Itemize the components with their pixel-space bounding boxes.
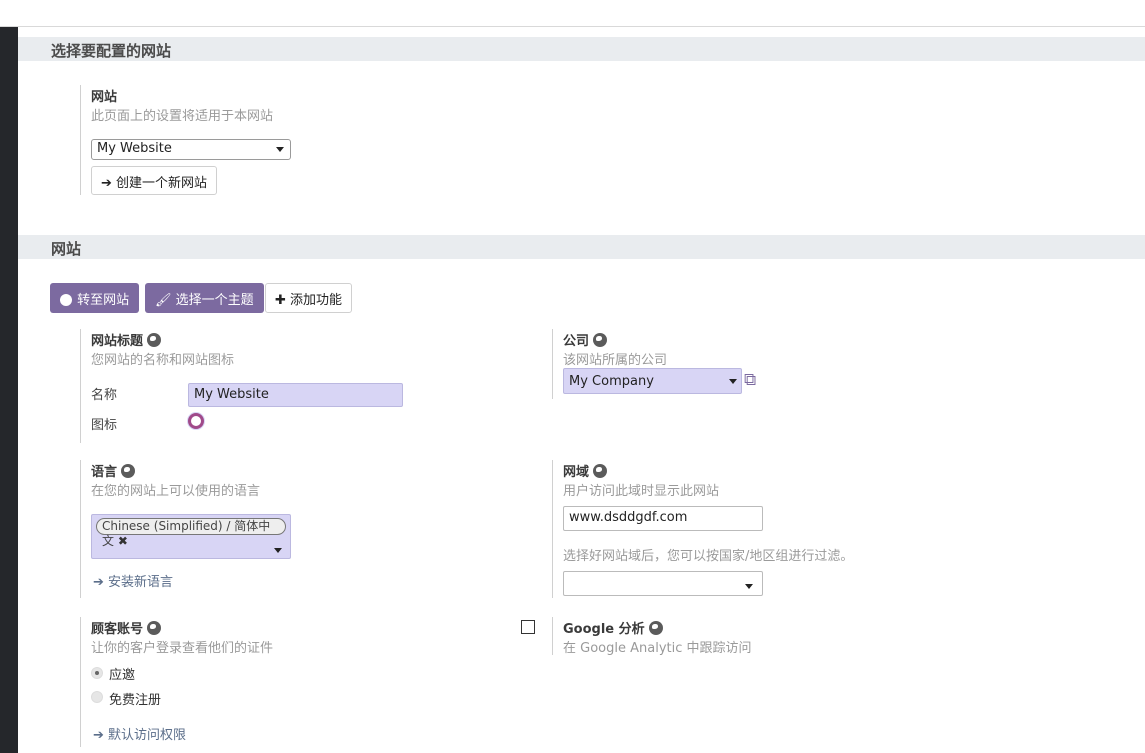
create-website-button[interactable]: ➔ 创建一个新网站 xyxy=(91,166,218,195)
language-label: 语言 xyxy=(91,461,136,480)
chevron-down-icon xyxy=(745,584,753,589)
divider xyxy=(552,329,553,399)
google-analytics-checkbox[interactable] xyxy=(521,620,535,634)
divider xyxy=(552,617,553,655)
globe-icon xyxy=(147,621,162,635)
google-analytics-label: Google 分析 xyxy=(563,618,663,637)
website-label: 网站 xyxy=(91,90,118,105)
divider xyxy=(80,85,81,195)
chevron-down-icon xyxy=(274,548,282,553)
add-feature-label: 添加功能 xyxy=(290,293,343,308)
customer-account-description: 让你的客户登录查看他们的证件 xyxy=(91,641,274,656)
paintbrush-icon: 🖌 xyxy=(155,293,172,308)
default-access-label: 默认访问权限 xyxy=(108,728,187,743)
install-language-label: 安装新语言 xyxy=(108,575,174,590)
domain-filter-description: 选择好网站域后，您可以按国家/地区组进行过滤。 xyxy=(563,549,854,564)
add-feature-button[interactable]: ✚ 添加功能 xyxy=(265,283,353,313)
divider xyxy=(80,460,81,598)
divider xyxy=(80,329,81,443)
globe-icon xyxy=(593,464,608,478)
chevron-down-icon xyxy=(276,147,284,152)
company-select-value: My Company xyxy=(569,374,654,389)
favicon-icon[interactable] xyxy=(188,413,204,429)
create-website-label: 创建一个新网站 xyxy=(116,176,208,191)
top-bar xyxy=(0,0,1145,27)
domain-input[interactable]: www.dsddgdf.com xyxy=(563,506,763,531)
globe-icon xyxy=(593,333,608,347)
default-access-link[interactable]: ➔ 默认访问权限 xyxy=(93,724,186,743)
google-analytics-description: 在 Google Analytic 中跟踪访问 xyxy=(563,641,752,656)
language-multiselect[interactable]: Chinese (Simplified) / 简体中文 ✖ xyxy=(91,514,291,559)
globe-icon xyxy=(121,464,136,478)
remove-tag-icon[interactable]: ✖ xyxy=(118,534,128,548)
section-header-select-website: 选择要配置的网站 xyxy=(18,37,1145,61)
website-select[interactable]: My Website xyxy=(91,139,291,160)
radio-free-signup[interactable] xyxy=(91,691,103,703)
install-language-link[interactable]: ➔ 安装新语言 xyxy=(93,571,173,590)
language-description: 在您的网站上可以使用的语言 xyxy=(91,484,261,499)
choose-theme-label: 选择一个主题 xyxy=(175,293,254,308)
section-title: 选择要配置的网站 xyxy=(51,42,172,60)
name-label: 名称 xyxy=(91,388,118,403)
globe-icon xyxy=(60,294,72,306)
section-header-website: 网站 xyxy=(18,235,1145,259)
section-title: 网站 xyxy=(51,240,82,258)
icon-label: 图标 xyxy=(91,418,118,433)
customer-account-text: 顾客账号 xyxy=(91,622,144,637)
domain-label: 网域 xyxy=(563,461,608,480)
company-label: 公司 xyxy=(563,330,608,349)
left-sidebar xyxy=(0,27,18,753)
arrow-right-icon: ➔ xyxy=(93,575,104,590)
website-description: 此页面上的设置将适用于本网站 xyxy=(91,109,274,124)
choose-theme-button[interactable]: 🖌 选择一个主题 xyxy=(145,283,264,313)
radio-invite-label: 应邀 xyxy=(109,668,136,683)
domain-text: 网域 xyxy=(563,465,590,480)
goto-website-button[interactable]: 转至网站 xyxy=(50,283,140,313)
site-name-input[interactable]: My Website xyxy=(188,383,403,407)
external-link-icon[interactable]: ⧉ xyxy=(744,370,756,390)
company-description: 该网站所属的公司 xyxy=(563,353,668,368)
company-text: 公司 xyxy=(563,334,590,349)
company-select[interactable]: My Company xyxy=(563,368,742,394)
arrow-right-icon: ➔ xyxy=(93,728,104,743)
website-select-value: My Website xyxy=(97,141,172,156)
divider xyxy=(80,617,81,747)
domain-description: 用户访问此域时显示此网站 xyxy=(563,484,720,499)
radio-free-signup-label: 免费注册 xyxy=(109,693,162,708)
globe-icon xyxy=(648,621,663,635)
site-title-label: 网站标题 xyxy=(91,330,162,349)
country-group-select[interactable] xyxy=(563,571,763,596)
customer-account-label: 顾客账号 xyxy=(91,618,162,637)
arrow-right-icon: ➔ xyxy=(101,176,112,191)
site-title-text: 网站标题 xyxy=(91,334,144,349)
plus-icon: ✚ xyxy=(275,293,286,308)
globe-icon xyxy=(147,333,162,347)
site-title-description: 您网站的名称和网站图标 xyxy=(91,353,235,368)
radio-invite[interactable] xyxy=(91,667,103,679)
language-tag: Chinese (Simplified) / 简体中文 ✖ xyxy=(96,518,286,548)
goto-website-label: 转至网站 xyxy=(77,293,130,308)
divider xyxy=(552,460,553,598)
google-analytics-text: Google 分析 xyxy=(563,622,645,637)
language-text: 语言 xyxy=(91,465,118,480)
chevron-down-icon xyxy=(729,379,737,384)
